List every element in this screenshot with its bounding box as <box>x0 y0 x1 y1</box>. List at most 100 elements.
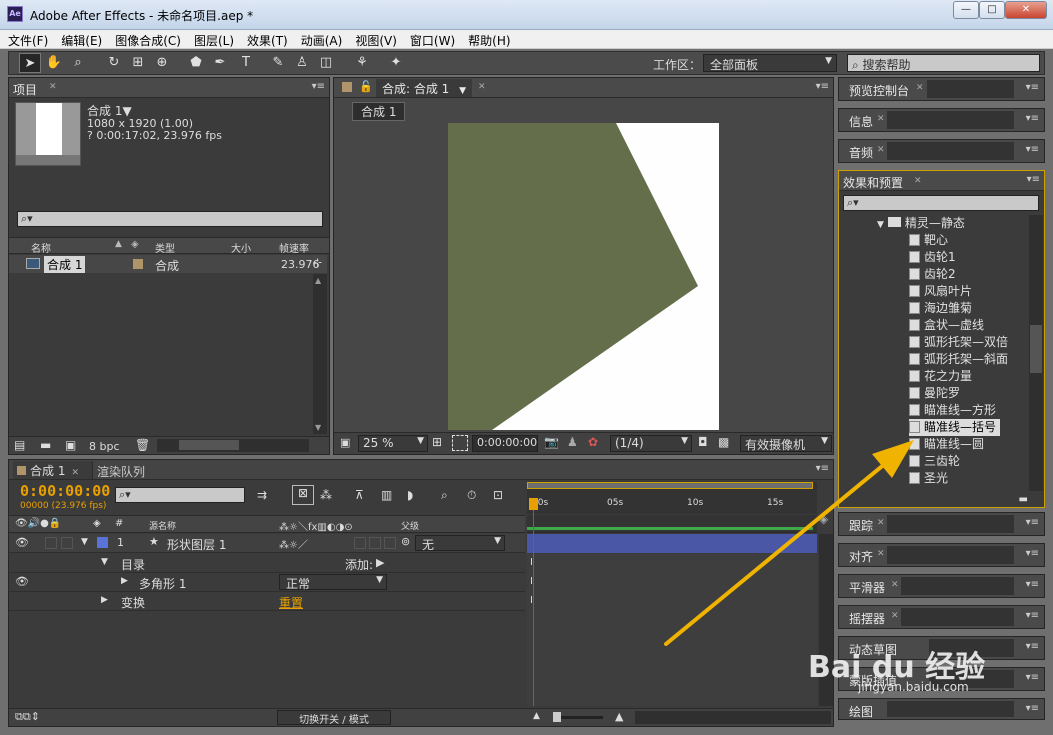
snapshot-icon[interactable]: 📷 <box>544 435 559 449</box>
effect-item[interactable]: 齿轮1 <box>909 249 956 266</box>
expand-panes-icon[interactable]: ⧉⧉⇕ <box>15 710 40 724</box>
panel-menu-icon[interactable]: ▾≡ <box>1026 703 1039 714</box>
comp-subtab[interactable]: 合成 1 <box>352 102 406 121</box>
layer-name[interactable]: 形状图层 1 <box>167 536 226 553</box>
effect-item[interactable]: 弧形托架—斜面 <box>909 351 1008 368</box>
project-hscrollbar[interactable] <box>157 439 309 452</box>
zoom-tool-icon[interactable]: ⌕ <box>67 53 89 73</box>
timeline-search-input[interactable]: ⌕▾ <box>115 487 245 503</box>
preview-tab[interactable]: 预览控制台 <box>849 82 909 99</box>
effect-item[interactable]: 瞄准线—方形 <box>909 402 996 419</box>
project-vscrollbar[interactable]: ▲ ▼ <box>313 274 327 434</box>
zoom-slider[interactable] <box>553 712 603 722</box>
mask-visibility-icon[interactable] <box>452 435 468 451</box>
comp-mini-flowchart-icon[interactable]: ⇉ <box>257 488 267 502</box>
new-comp-icon[interactable]: ▣ <box>65 438 76 452</box>
chevron-down-icon[interactable]: ▼ <box>101 557 108 567</box>
col-fps[interactable]: 帧速率 <box>279 240 309 255</box>
eye-icon[interactable]: 👁 <box>15 536 29 549</box>
panel-menu-icon[interactable]: ▾≡ <box>1026 113 1039 124</box>
audio-tab[interactable]: 音频 <box>849 144 873 161</box>
stopwatch-icon[interactable]: ⏱ <box>467 488 476 503</box>
help-search-input[interactable]: ⌕ 搜索帮助 <box>847 54 1040 72</box>
switch-box[interactable] <box>369 537 381 549</box>
col-name[interactable]: 名称 <box>31 240 51 255</box>
col-size[interactable]: 大小 <box>231 240 251 255</box>
effect-item[interactable]: 曼陀罗 <box>909 385 960 402</box>
row-name[interactable]: 合成 1 <box>44 256 86 273</box>
layer-switches[interactable]: ⁂☼／ <box>279 536 308 551</box>
minimize-button[interactable]: — <box>953 1 979 19</box>
shape-tool-icon[interactable]: ⬟ <box>185 53 207 73</box>
comp-viewer-tab[interactable]: 合成: 合成 1 ▼ <box>376 79 473 97</box>
selection-tool-icon[interactable]: ➤ <box>19 53 41 73</box>
bpc-label[interactable]: 8 bpc <box>89 440 120 453</box>
col-type[interactable]: 类型 <box>155 240 175 255</box>
parent-dropdown[interactable]: 无 ▼ <box>415 535 505 552</box>
add-play-icon[interactable]: ▶ <box>376 556 384 569</box>
close-button[interactable]: ✕ <box>1005 1 1047 19</box>
safe-margins-icon[interactable]: ⊞ <box>432 435 442 449</box>
effect-item[interactable]: 盒状—虚线 <box>909 317 984 334</box>
always-preview-icon[interactable]: ▣ <box>340 436 350 449</box>
close-icon[interactable]: ✕ <box>877 145 885 155</box>
maximize-button[interactable]: □ <box>979 1 1005 19</box>
hide-shy-icon[interactable]: ⁂ <box>320 488 332 502</box>
flowchart-icon[interactable]: ⊹ <box>313 256 322 269</box>
panel-menu-icon[interactable]: ▾≡ <box>1026 610 1039 621</box>
interpret-footage-icon[interactable]: ▤ <box>14 438 25 452</box>
timeline-tab-comp[interactable]: 合成 1 ✕ <box>13 461 93 479</box>
project-tab[interactable]: 项目 <box>13 81 37 98</box>
effects-tab[interactable]: 效果和预置 <box>843 174 903 191</box>
eraser-tool-icon[interactable]: ◫ <box>315 53 337 73</box>
polygon-label[interactable]: 多角形 1 <box>139 575 186 592</box>
menu-view[interactable]: 视图(V) <box>347 30 402 49</box>
polygon-row[interactable]: 👁 ▶ 多角形 1 正常 ▼ <box>9 573 525 592</box>
new-folder-icon[interactable]: ▬ <box>1019 494 1028 505</box>
live-update-icon[interactable]: ⊡ <box>493 488 503 502</box>
panel-menu-icon[interactable]: ▾≡ <box>1026 672 1039 683</box>
pan-behind-tool-icon[interactable]: ⊕ <box>151 53 173 73</box>
folder-row[interactable]: ▼ 精灵—静态 <box>877 215 965 232</box>
timeline-current-time[interactable]: 0:00:00:00 <box>20 482 110 500</box>
reset-link[interactable]: 重置 <box>279 594 303 611</box>
effect-item[interactable]: 海边雏菊 <box>909 300 972 317</box>
pick-whip-icon[interactable]: ⊚ <box>401 535 410 548</box>
effect-item[interactable]: 靶心 <box>909 232 948 249</box>
workspace-dropdown[interactable]: 全部面板 ▼ <box>703 54 837 72</box>
panel-menu-icon[interactable]: ▾≡ <box>1027 174 1040 185</box>
chevron-down-icon[interactable]: ▼ <box>81 537 88 547</box>
draft-3d-icon[interactable]: ⊠ <box>292 485 314 505</box>
rotate-tool-icon[interactable]: ↻ <box>103 53 125 73</box>
project-search-input[interactable]: ⌕▾ <box>17 211 323 227</box>
project-row[interactable]: 合成 1 合成 23.976 ⊹ <box>9 255 327 273</box>
menu-file[interactable]: 文件(F) <box>0 30 53 49</box>
panel-menu-icon[interactable]: ▾≡ <box>1026 579 1039 590</box>
lock-icon[interactable]: 🔓 <box>359 80 373 93</box>
render-queue-tab[interactable]: 渲染队列 <box>97 463 145 480</box>
menu-effect[interactable]: 效果(T) <box>239 30 293 49</box>
roto-brush-tool-icon[interactable]: ⚘ <box>351 53 373 73</box>
camera-tool-icon[interactable]: ⊞ <box>127 53 149 73</box>
text-tool-icon[interactable]: T <box>235 53 257 73</box>
label-color-swatch[interactable] <box>97 537 108 548</box>
panel-menu-icon[interactable]: ▾≡ <box>1026 82 1039 93</box>
panel-menu-icon[interactable]: ▾≡ <box>1026 517 1039 528</box>
effect-item[interactable]: 风扇叶片 <box>909 283 972 300</box>
panel-menu-icon[interactable]: ▾≡ <box>816 81 829 92</box>
time-indicator-handle[interactable] <box>529 498 538 510</box>
zoom-out-icon[interactable]: ▲ <box>533 711 540 721</box>
magnification-dropdown[interactable]: 25 % ▼ <box>358 435 428 452</box>
eye-icon[interactable]: 👁 <box>15 575 29 588</box>
toggle-switches-modes-button[interactable]: 切换开关 / 模式 <box>277 710 391 726</box>
pen-tool-icon[interactable]: ✒ <box>209 53 231 73</box>
menu-layer[interactable]: 图层(L) <box>186 30 239 49</box>
close-icon[interactable]: ✕ <box>49 82 57 92</box>
effect-item[interactable]: 齿轮2 <box>909 266 956 283</box>
graph-editor-icon[interactable]: ⌕ <box>441 488 448 503</box>
effects-search-input[interactable]: ⌕▾ <box>843 195 1039 211</box>
col-source-name[interactable]: 源名称 <box>149 519 176 532</box>
brush-tool-icon[interactable]: ✎ <box>267 53 289 73</box>
menu-composition[interactable]: 图像合成(C) <box>107 30 186 49</box>
paint-tab[interactable]: 绘图 <box>849 703 873 720</box>
